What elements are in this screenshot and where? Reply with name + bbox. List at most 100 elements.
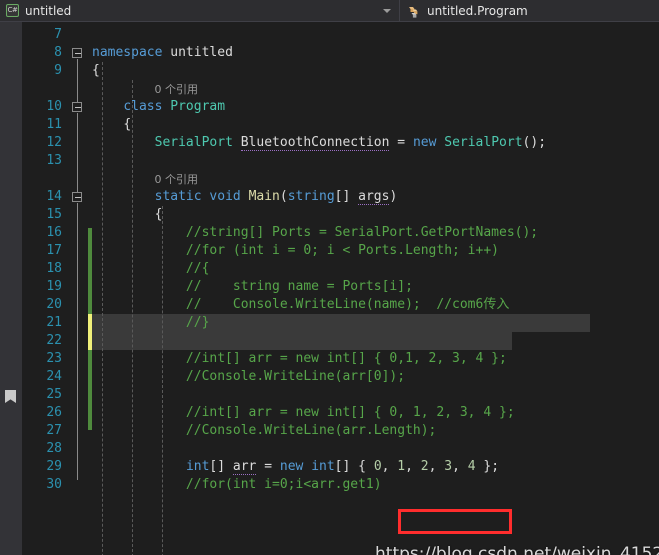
member-dropdown-label: untitled.Program [427, 3, 528, 18]
outline-connector-line [77, 203, 78, 480]
line-number: 26 [46, 405, 62, 420]
code-token: Main [248, 189, 280, 204]
collapse-method-icon[interactable] [72, 192, 82, 202]
code-token: SerialPort [154, 135, 233, 150]
line-number: 30 [46, 477, 62, 492]
line-number: 10 [46, 99, 62, 114]
line-number: 18 [46, 261, 62, 276]
code-comment: //string[] Ports = SerialPort.GetPortNam… [92, 225, 539, 240]
code-comment: //int[] arr = new int[] { 0,1, 2, 3, 4 }… [92, 351, 507, 366]
code-token: new [412, 135, 437, 150]
collapse-class-icon[interactable] [72, 102, 82, 112]
chevron-down-icon[interactable] [383, 8, 391, 13]
line-number: 27 [46, 423, 62, 438]
bookmark-icon[interactable] [5, 390, 16, 403]
code-token: ) [389, 189, 398, 204]
code-line[interactable]: //Console.WriteLine(arr.Length); [92, 422, 436, 440]
code-token: untitled [170, 45, 233, 60]
code-token: int [311, 459, 335, 474]
code-line[interactable]: static void Main(string[] args) [92, 188, 397, 206]
code-line[interactable]: // Console.WriteLine(name); //com6传入 [92, 296, 509, 314]
code-comment: //Console.WriteLine(arr[0]); [92, 369, 406, 384]
line-number: 22 [46, 333, 62, 348]
line-number: 20 [46, 297, 62, 312]
breakpoint-margin[interactable] [0, 22, 22, 555]
code-line[interactable]: //string[] Ports = SerialPort.GetPortNam… [92, 224, 538, 242]
code-line[interactable]: int[] arr = new int[] { 0, 1, 2, 3, 4 }; [92, 458, 499, 476]
code-token: [ [334, 189, 343, 204]
code-line[interactable]: // string name = Ports[i]; [92, 278, 413, 296]
code-line[interactable]: { [92, 62, 100, 80]
code-line[interactable]: SerialPort BluetoothConnection = new Ser… [92, 134, 546, 152]
code-token: = [397, 135, 406, 150]
code-line[interactable]: //for (int i = 0; i < Ports.Length; i++) [92, 242, 499, 260]
code-comment: //Console.WriteLine(arr.Length); [92, 423, 437, 438]
member-dropdown[interactable]: untitled.Program [400, 0, 659, 21]
line-number: 12 [46, 135, 62, 150]
code-line[interactable]: //int[] arr = new int[] { 0, 1, 2, 3, 4 … [92, 404, 515, 422]
code-line[interactable]: //} [92, 314, 210, 332]
codelens-reference-count[interactable]: 0 个引用 [155, 172, 199, 188]
watermark-text: https://blog.csdn.net/weixin_41529093 [375, 544, 659, 555]
file-tab-label: untitled [25, 3, 72, 18]
codelens-reference-count[interactable]: 0 个引用 [155, 82, 199, 98]
file-type-dropdown[interactable]: C# untitled [0, 0, 400, 21]
code-line[interactable]: //for(int i=0;i<arr.get1) [92, 476, 382, 494]
collapse-namespace-icon[interactable] [72, 48, 82, 58]
code-token: SerialPort [444, 135, 523, 150]
code-token: namespace [92, 45, 163, 60]
code-comment: // Console.WriteLine(name); //com6传入 [92, 297, 510, 312]
outlining-margin[interactable] [68, 22, 88, 555]
outline-connector-line [77, 59, 78, 102]
line-number: 14 [46, 189, 62, 204]
csharp-file-icon: C# [6, 4, 19, 17]
code-line[interactable]: //Console.WriteLine(arr[0]); [92, 368, 405, 386]
code-line[interactable]: { [92, 116, 131, 134]
line-number: 28 [46, 441, 62, 456]
code-token: void [209, 189, 241, 204]
code-token: = [264, 459, 273, 474]
line-number: 9 [54, 63, 62, 78]
line-number: 15 [46, 207, 62, 222]
line-number: 11 [46, 117, 62, 132]
line-number-gutter: 7 8 9 10 11 12 13 14 15 16 17 18 19 20 21 22 23 24 25 26 27 2… [22, 22, 68, 555]
line-number: 19 [46, 279, 62, 294]
code-token: string [287, 189, 335, 204]
code-token: { [358, 459, 366, 474]
code-token: static [154, 189, 202, 204]
code-line[interactable]: //int[] arr = new int[] { 0,1, 2, 3, 4 }… [92, 350, 507, 368]
code-surface[interactable]: 0 个引用 0 个引用 namespace untitled{ class Prog… [88, 22, 659, 555]
code-editor[interactable]: 7 8 9 10 11 12 13 14 15 16 17 18 19 20 21 22 23 24 25 26 27 2… [0, 22, 659, 555]
line-number: 24 [46, 369, 62, 384]
code-token: { [154, 207, 163, 222]
code-line[interactable]: { [92, 206, 163, 224]
code-token: 2 [420, 459, 429, 474]
code-comment: //} [92, 315, 210, 330]
code-token: args [358, 189, 390, 205]
code-token: 3 [444, 459, 453, 474]
code-token: 0 [373, 459, 382, 474]
code-token: new [279, 459, 304, 474]
code-line[interactable]: class Program [92, 98, 225, 116]
code-line[interactable]: //{ [92, 260, 210, 278]
code-line[interactable]: namespace untitled [92, 44, 233, 62]
line-number: 8 [54, 45, 62, 60]
